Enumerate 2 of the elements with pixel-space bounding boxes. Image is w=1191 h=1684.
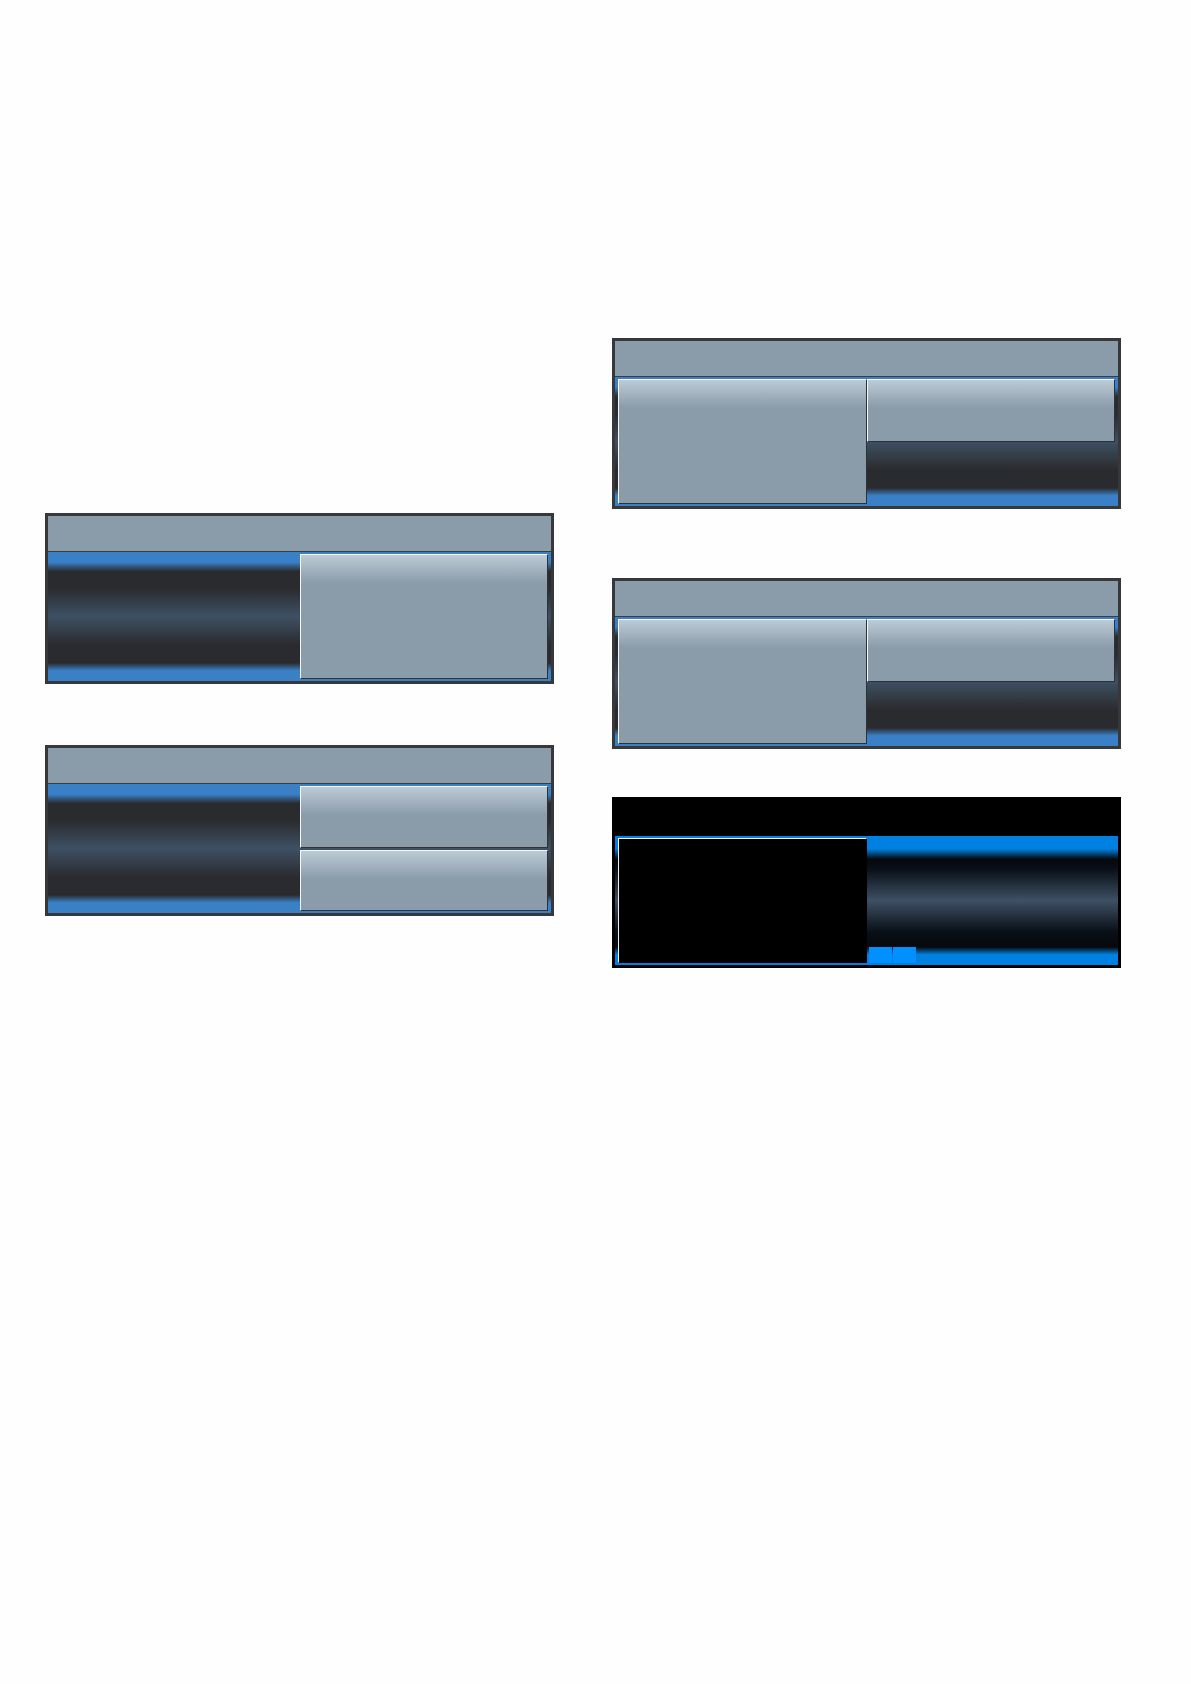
- square-icon: [892, 947, 916, 963]
- square-icon: [868, 947, 892, 963]
